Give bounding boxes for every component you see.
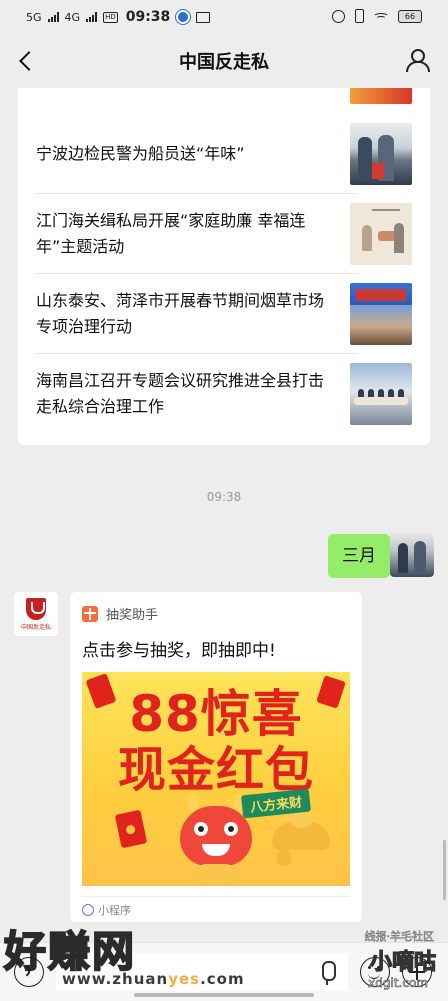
signal-icon: [47, 12, 59, 22]
sender-avatar[interactable]: 中国反走私: [14, 592, 58, 636]
status-bar: 5G 4G HD 09:38 66: [0, 0, 448, 34]
news-thumbnail: [350, 283, 412, 345]
mini-program-icon: [82, 904, 94, 916]
watermark-right-caption: 线报·羊毛社区: [364, 930, 434, 944]
chat-title: 中国反走私: [179, 52, 269, 73]
news-thumbnail: [350, 123, 412, 185]
news-item[interactable]: 宁波边检民警为船员送“年味”: [36, 114, 412, 194]
profile-icon[interactable]: [404, 47, 430, 73]
news-thumbnail: [350, 203, 412, 265]
news-title: 宁波边检民警为船员送“年味”: [36, 144, 245, 163]
chat-header: 中国反走私: [0, 34, 448, 88]
network-4g-label: 4G: [64, 10, 81, 24]
news-thumbnail-partial[interactable]: [350, 88, 412, 104]
wifi-icon: [373, 11, 389, 21]
mini-program-footer: 小程序: [82, 902, 131, 918]
watermark-right: 小嘀咕: [369, 949, 436, 975]
mini-program-title: 点击参与抽奖，即抽即中!: [82, 641, 276, 661]
chat-timestamp: 09:38: [206, 490, 242, 504]
sender-avatar-text: 中国反走私: [20, 624, 51, 631]
banner-subheadline: 现金红包: [117, 742, 314, 798]
status-time: 09:38: [125, 9, 171, 25]
microphone-icon[interactable]: [322, 961, 336, 985]
mini-program-card[interactable]: 抽奖助手 点击参与抽奖，即抽即中! 88惊喜 现金红包 八方来财 小程序: [70, 592, 362, 922]
shield-logo-icon: [26, 598, 46, 620]
signal-icon-2: [86, 12, 98, 22]
mini-program-banner: 88惊喜 现金红包 八方来财: [82, 672, 350, 886]
watermark-url-part: yes: [168, 970, 201, 988]
mini-program-app-name: 抽奖助手: [106, 608, 159, 623]
news-item[interactable]: 海南昌江召开专题会议研究推进全县打击走私综合治理工作: [36, 354, 412, 434]
news-title: 海南昌江召开专题会议研究推进全县打击走私综合治理工作: [36, 371, 325, 416]
watermark-url-part: .com: [200, 970, 245, 988]
alarm-icon: [332, 9, 345, 23]
news-title: 山东泰安、菏泽市开展春节期间烟草市场专项治理行动: [36, 291, 325, 336]
watermark-url-part: www.zhuan: [62, 970, 169, 988]
news-item[interactable]: 山东泰安、菏泽市开展春节期间烟草市场专项治理行动: [36, 274, 412, 354]
mail-icon: [196, 11, 211, 23]
news-thumbnail: [350, 363, 412, 425]
my-avatar[interactable]: [390, 533, 434, 577]
outgoing-message-bubble[interactable]: 三月: [328, 534, 396, 578]
battery-icon: 66: [398, 9, 422, 23]
watermark-right-url: xdgit.com: [368, 976, 428, 991]
network-5g-label: 5G: [26, 10, 42, 24]
status-right: 66: [332, 9, 422, 23]
mini-program-label: 小程序: [98, 904, 131, 917]
hd-badge: HD: [103, 11, 118, 23]
gold-ingot-icon: [272, 814, 330, 850]
scrollbar[interactable]: [443, 840, 446, 900]
status-left: 5G 4G HD 09:38: [26, 9, 211, 25]
app-notification-icon: [176, 10, 191, 24]
news-item[interactable]: 江门海关缉私局开展“家庭助廉 幸福连年”主题活动: [36, 194, 412, 274]
gift-icon: [82, 605, 98, 622]
gold-coin-icon: [276, 850, 292, 866]
home-indicator[interactable]: [134, 993, 314, 997]
news-title: 江门海关缉私局开展“家庭助廉 幸福连年”主题活动: [36, 211, 306, 256]
news-card: 宁波边检民警为船员送“年味” 江门海关缉私局开展“家庭助廉 幸福连年”主题活动 …: [18, 88, 430, 445]
mini-program-header: 抽奖助手: [82, 604, 158, 623]
vibrate-icon: [355, 9, 364, 23]
divider: [82, 896, 350, 897]
red-envelope-icon: [114, 809, 148, 849]
watermark-left-url: www.zhuanyes.com: [62, 970, 245, 988]
